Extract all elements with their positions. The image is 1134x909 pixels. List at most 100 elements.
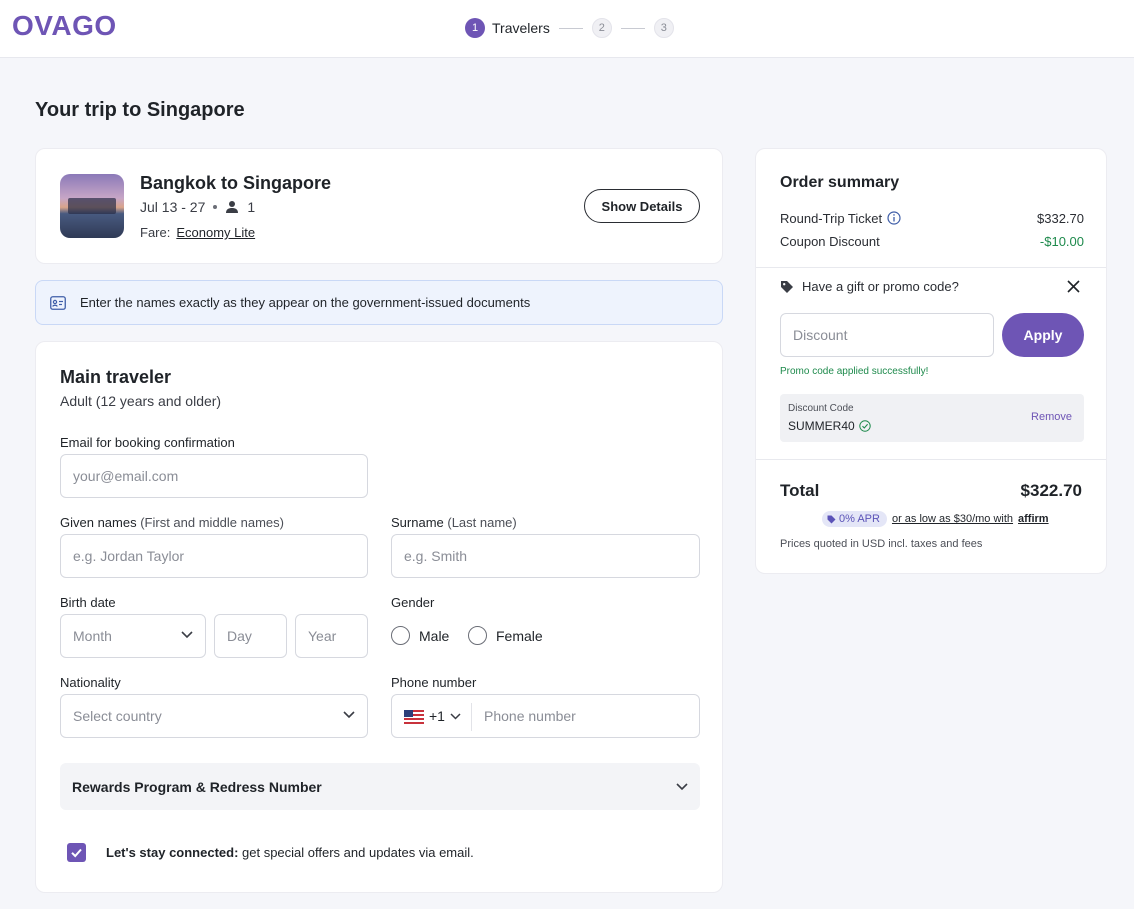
rewards-label: Rewards Program & Redress Number [72, 778, 322, 795]
gender-female-radio[interactable]: Female [468, 626, 543, 645]
affirm-financing: 0% APR or as low as $30/mo with affirm [822, 511, 1049, 527]
tag-icon [781, 280, 793, 293]
email-label: Email for booking confirmation [60, 435, 235, 450]
order-summary-card: Order summary Round-Trip Ticket $332.70 … [755, 148, 1107, 574]
step-1-label: Travelers [492, 20, 550, 36]
main-traveler-form: Main traveler Adult (12 years and older)… [35, 341, 723, 893]
dot-separator [213, 205, 218, 209]
nationality-label: Nationality [60, 675, 121, 690]
step-connector [558, 27, 583, 29]
coupon-label: Coupon Discount [780, 234, 880, 249]
given-names-hint: (First and middle names) [140, 515, 284, 530]
show-details-button[interactable]: Show Details [584, 189, 700, 223]
trip-dates: Jul 13 - 27 [140, 199, 206, 215]
close-icon[interactable] [1067, 280, 1080, 293]
ticket-row: Round-Trip Ticket $332.70 [780, 211, 1084, 226]
discount-code-label: Discount Code [788, 403, 854, 414]
person-icon [226, 201, 239, 213]
email-field[interactable]: your@email.com [60, 454, 368, 498]
birth-date-label: Birth date [60, 595, 116, 610]
apr-badge: 0% APR [822, 511, 887, 527]
birth-year-field[interactable]: Year [295, 614, 368, 658]
order-summary-title: Order summary [780, 174, 900, 191]
applied-code-box: Discount Code SUMMER40 Remove [780, 394, 1084, 442]
ticket-label-wrap: Round-Trip Ticket [780, 211, 901, 226]
discount-code-value: SUMMER40 [788, 419, 855, 433]
coupon-value: -$10.00 [1039, 234, 1084, 249]
gender-male-radio[interactable]: Male [391, 626, 449, 645]
chevron-down-icon [343, 711, 355, 719]
phone-label: Phone number [391, 675, 477, 690]
traveler-count: 1 [247, 199, 256, 215]
info-icon[interactable] [887, 211, 901, 225]
fare-info: Fare: Economy Lite [140, 225, 255, 240]
promo-question: Have a gift or promo code? [780, 279, 959, 294]
gender-female-label: Female [496, 627, 543, 644]
fare-name-link[interactable]: Economy Lite [176, 225, 255, 240]
progress-stepper: 1 Travelers 2 3 [465, 17, 674, 39]
us-flag-icon[interactable] [404, 710, 424, 724]
surname-field[interactable]: e.g. Smith [391, 534, 700, 578]
phone-field-group: +1 Phone number [391, 694, 700, 738]
phone-number-input[interactable]: Phone number [484, 708, 576, 724]
trip-route: Bangkok to Singapore [140, 173, 332, 193]
apply-button[interactable]: Apply [1002, 313, 1084, 357]
chevron-down-icon [181, 631, 193, 639]
page-title: Your trip to Singapore [35, 99, 245, 121]
affirm-link[interactable]: or as low as $30/mo with [892, 513, 1013, 525]
affirm-logo[interactable]: affirm [1018, 513, 1049, 525]
consent-bold: Let's stay connected: [106, 845, 239, 860]
radio-circle[interactable] [468, 626, 487, 645]
step-1-indicator: 1 [465, 18, 485, 38]
chevron-down-icon [676, 783, 688, 791]
given-names-field[interactable]: e.g. Jordan Taylor [60, 534, 368, 578]
country-code[interactable]: +1 [429, 708, 445, 724]
ticket-label: Round-Trip Ticket [780, 211, 883, 226]
summary-divider [756, 267, 1106, 268]
nationality-placeholder: Select country [73, 708, 162, 724]
surname-hint: (Last name) [447, 515, 517, 530]
stay-connected-checkbox[interactable] [67, 843, 86, 862]
birth-day-field[interactable]: Day [214, 614, 287, 658]
tag-icon [827, 515, 836, 523]
phone-divider [471, 703, 472, 731]
total-label: Total [780, 481, 820, 500]
step-connector [620, 27, 645, 29]
nationality-select[interactable]: Select country [60, 694, 368, 738]
price-fine-print: Prices quoted in USD incl. taxes and fee… [780, 538, 983, 550]
summary-divider [756, 459, 1106, 460]
ovago-logo[interactable]: OVAGO [12, 10, 117, 42]
discount-code-value-wrap: SUMMER40 [788, 419, 871, 433]
chevron-down-icon[interactable] [450, 713, 461, 720]
consent-text: Let's stay connected: get special offers… [106, 845, 474, 860]
top-header: OVAGO 1 Travelers 2 3 [0, 0, 1134, 58]
id-card-icon [50, 295, 66, 310]
consent-rest: get special offers and updates via email… [238, 845, 474, 860]
document-notice: Enter the names exactly as they appear o… [35, 280, 723, 325]
gender-male-label: Male [419, 627, 450, 644]
traveler-subtitle: Adult (12 years and older) [60, 393, 222, 409]
gender-label: Gender [391, 595, 435, 610]
total-value: $322.70 [1020, 481, 1082, 500]
trip-meta: Jul 13 - 27 1 [140, 199, 255, 215]
promo-success-message: Promo code applied successfully! [780, 366, 929, 377]
radio-circle[interactable] [391, 626, 410, 645]
given-names-label: Given names (First and middle names) [60, 515, 284, 530]
destination-image [60, 174, 124, 238]
given-names-label-text: Given names [60, 515, 137, 530]
discount-input[interactable]: Discount [780, 313, 994, 357]
notice-text: Enter the names exactly as they appear o… [80, 295, 531, 310]
coupon-row: Coupon Discount -$10.00 [780, 234, 1084, 249]
step-2-indicator: 2 [591, 18, 612, 38]
rewards-accordion[interactable]: Rewards Program & Redress Number [60, 763, 700, 810]
apr-badge-text: 0% APR [839, 513, 880, 525]
remove-code-link[interactable]: Remove [1031, 411, 1072, 423]
surname-label: Surname (Last name) [391, 515, 517, 530]
promo-question-text: Have a gift or promo code? [802, 279, 959, 294]
birth-month-select[interactable]: Month [60, 614, 206, 658]
traveler-title: Main traveler [60, 367, 172, 387]
surname-label-text: Surname [391, 515, 444, 530]
step-3-indicator: 3 [653, 18, 674, 38]
fare-label: Fare: [140, 225, 171, 240]
ticket-value: $332.70 [1037, 211, 1084, 226]
